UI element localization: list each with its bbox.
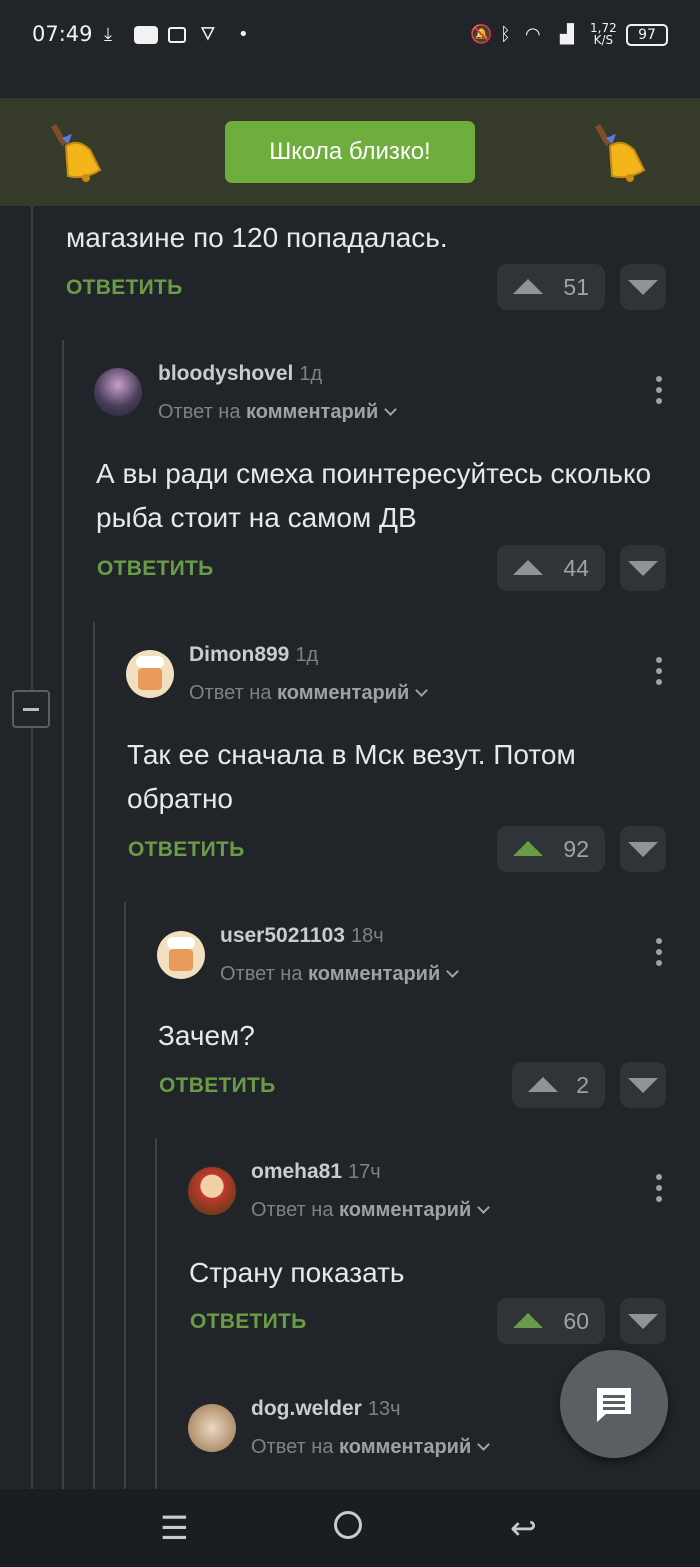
drop-icon: 🜄 [200, 24, 216, 45]
chevron-down-icon [415, 684, 429, 697]
thread-line [62, 340, 64, 1489]
reply-to-link[interactable]: Ответ на комментарий [251, 1199, 491, 1222]
status-bar: 07:49 ⤓ 🜄 • 🔕 ᛒ ◠ ▟ 1,72 K/S 97 [0, 0, 700, 72]
home-icon[interactable] [334, 1511, 362, 1539]
collapse-thread-button[interactable] [12, 690, 50, 728]
chevron-down-icon [384, 403, 398, 416]
comment-icon [597, 1388, 631, 1422]
nfc-icon [168, 27, 186, 43]
upvote-icon [528, 1077, 558, 1092]
menu-icon[interactable]: ☰ [160, 1509, 189, 1547]
avatar[interactable] [188, 1167, 236, 1215]
battery-indicator: 97 [626, 24, 668, 46]
avatar[interactable] [126, 650, 174, 698]
upvote-button[interactable]: 44 [497, 545, 605, 591]
upvote-button[interactable]: 60 [497, 1298, 605, 1344]
downvote-button[interactable] [620, 826, 666, 872]
comment-text: магазине по 120 попадалась. [66, 222, 448, 253]
reply-to-link[interactable]: Ответ на комментарий [189, 682, 429, 705]
downvote-icon [628, 1078, 658, 1093]
back-icon[interactable]: ↩ [510, 1509, 537, 1547]
reply-button[interactable]: ОТВЕТИТЬ [97, 557, 214, 581]
comment-text: Страну показать [189, 1257, 405, 1288]
more-options-icon[interactable] [655, 1174, 663, 1206]
comment-text: А вы ради смеха поинтересуйтесь сколько … [96, 458, 652, 533]
comment-author[interactable]: dog.welder 13ч [251, 1397, 401, 1421]
thread-line [155, 1138, 157, 1489]
download-icon: ⤓ [104, 24, 112, 45]
signal-icon: ▟ [560, 24, 574, 45]
avatar[interactable] [188, 1404, 236, 1452]
bell-icon [594, 123, 646, 182]
vote-count: 60 [563, 1308, 589, 1334]
comment-author[interactable]: Dimon899 1д [189, 643, 318, 667]
upvote-icon [513, 279, 543, 294]
chevron-down-icon [477, 1201, 491, 1214]
downvote-icon [628, 842, 658, 857]
system-nav-bar: ☰ ↩ [0, 1489, 700, 1567]
downvote-icon [628, 280, 658, 295]
chevron-down-icon [477, 1438, 491, 1451]
comment-author[interactable]: omeha81 17ч [251, 1160, 381, 1184]
upvote-icon [513, 1313, 543, 1328]
bluetooth-icon: ᛒ [500, 24, 511, 45]
more-options-icon[interactable] [655, 376, 663, 408]
chevron-down-icon [446, 965, 460, 978]
downvote-button[interactable] [620, 545, 666, 591]
avatar[interactable] [94, 368, 142, 416]
youtube-icon [134, 26, 158, 44]
bell-icon [50, 123, 102, 182]
comment-text: Так ее сначала в Мск везут. Потом обратн… [127, 739, 576, 814]
reply-to-link[interactable]: Ответ на комментарий [220, 963, 460, 986]
downvote-button[interactable] [620, 1298, 666, 1344]
school-banner-button[interactable]: Школа близко! [225, 121, 475, 183]
thread-line [31, 206, 33, 690]
avatar[interactable] [157, 931, 205, 979]
promo-banner: Школа близко! [0, 98, 700, 206]
write-comment-button[interactable] [560, 1350, 668, 1458]
vote-count: 2 [576, 1072, 589, 1098]
vote-count: 51 [563, 274, 589, 300]
downvote-button[interactable] [620, 264, 666, 310]
reply-button[interactable]: ОТВЕТИТЬ [66, 276, 183, 300]
downvote-button[interactable] [620, 1062, 666, 1108]
comment-author[interactable]: bloodyshovel 1д [158, 362, 322, 386]
reply-button[interactable]: ОТВЕТИТЬ [159, 1074, 276, 1098]
dot-icon: • [238, 24, 249, 45]
downvote-icon [628, 561, 658, 576]
upvote-icon [513, 560, 543, 575]
vote-count: 44 [563, 555, 589, 581]
thread-line [93, 622, 95, 1489]
upvote-button[interactable]: 2 [512, 1062, 605, 1108]
mute-icon: 🔕 [470, 24, 493, 45]
reply-to-link[interactable]: Ответ на комментарий [158, 401, 398, 424]
upvote-button[interactable]: 51 [497, 264, 605, 310]
downvote-icon [628, 1314, 658, 1329]
comment-author[interactable]: user5021103 18ч [220, 924, 384, 948]
vote-count: 92 [563, 836, 589, 862]
thread-line [124, 902, 126, 1489]
reply-button[interactable]: ОТВЕТИТЬ [128, 838, 245, 862]
upvote-button[interactable]: 92 [497, 826, 605, 872]
thread-line [31, 728, 33, 1489]
wifi-icon: ◠ [525, 24, 541, 45]
upvote-icon [513, 841, 543, 856]
net-speed: 1,72 K/S [590, 21, 617, 47]
status-time: 07:49 [32, 22, 93, 46]
more-options-icon[interactable] [655, 657, 663, 689]
reply-to-link[interactable]: Ответ на комментарий [251, 1436, 491, 1459]
more-options-icon[interactable] [655, 938, 663, 970]
comment-text: Зачем? [158, 1020, 255, 1051]
reply-button[interactable]: ОТВЕТИТЬ [190, 1310, 307, 1334]
